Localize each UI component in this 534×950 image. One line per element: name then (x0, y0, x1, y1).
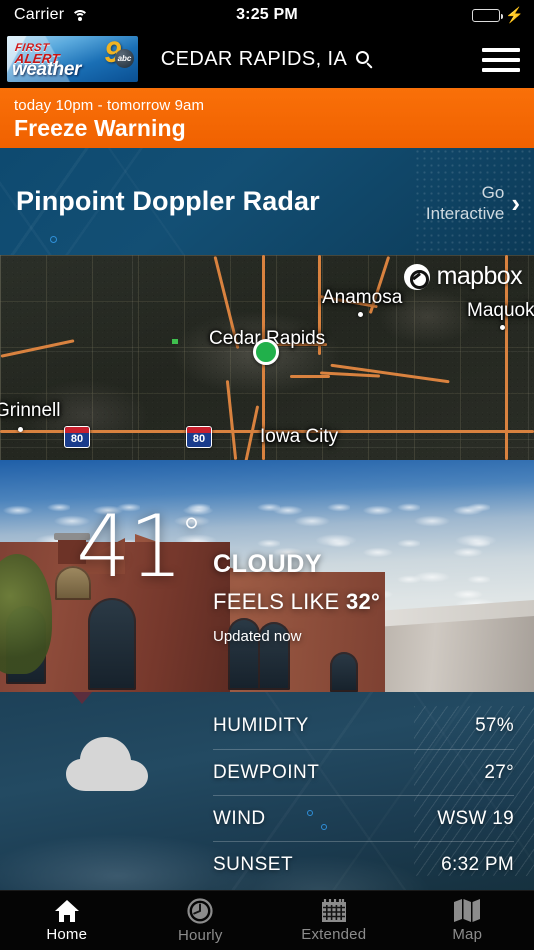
chevron-right-icon: › (511, 188, 520, 218)
weather-details-panel: HUMIDITY 57% DEWPOINT 27° WIND WSW 19 SU… (0, 692, 534, 890)
map-city-label: Iowa City (260, 426, 339, 447)
radar-map[interactable]: Anamosa Maquoketa Cedar Rapids Grinnell … (0, 255, 534, 460)
calendar-icon (321, 899, 346, 922)
tab-home[interactable]: Home (0, 899, 134, 943)
highway-shield-i80: 80 (64, 426, 90, 448)
feels-like-value: 32° (345, 589, 381, 614)
current-conditions-panel[interactable]: 41° CLOUDY FEELS LIKE 32° Updated now (0, 460, 534, 692)
map-road (290, 375, 330, 378)
weather-alert-banner[interactable]: today 10pm - tomorrow 9am Freeze Warning (0, 88, 534, 148)
location-label: CEDAR RAPIDS, IA (160, 47, 348, 70)
tab-home-label: Home (46, 925, 88, 943)
radar-section-header[interactable]: Pinpoint Doppler Radar Go Interactive › (0, 148, 534, 255)
go-interactive-line1: Go (481, 183, 505, 202)
hamburger-menu-icon[interactable] (482, 48, 520, 72)
tab-map-label: Map (452, 926, 483, 943)
detail-value: 27° (484, 761, 514, 783)
map-city-label: Grinnell (0, 400, 61, 421)
detail-row-wind: WIND WSW 19 (213, 795, 514, 841)
map-city-dot (500, 325, 505, 330)
building-window (330, 652, 358, 692)
highway-shield-label: 80 (192, 433, 206, 445)
detail-row-humidity: HUMIDITY 57% (213, 703, 514, 749)
mapbox-attribution[interactable]: mapbox (403, 262, 523, 291)
map-green-cell (172, 339, 178, 344)
home-icon (54, 899, 79, 922)
app-header: FIRST ALERT 9 abc weather CEDAR RAPIDS, … (0, 30, 534, 88)
current-condition-label: CLOUDY (213, 550, 323, 578)
tab-extended-label: Extended (301, 926, 367, 943)
map-city-label: Anamosa (322, 287, 403, 308)
go-interactive-button[interactable]: Go Interactive › (426, 182, 520, 224)
mapbox-logo-icon (403, 263, 430, 290)
detail-value: 6:32 PM (441, 853, 514, 875)
mapbox-wordmark: mapbox (436, 262, 523, 290)
detail-row-sunset: SUNSET 6:32 PM (213, 841, 514, 887)
go-interactive-line2: Interactive (425, 204, 505, 223)
last-updated-label: Updated now (213, 628, 302, 645)
detail-label: DEWPOINT (213, 761, 320, 783)
highway-shield-label: 80 (70, 433, 84, 445)
search-icon[interactable] (356, 50, 373, 69)
alert-title: Freeze Warning (14, 115, 186, 141)
map-fold-icon (454, 899, 481, 922)
degree-symbol: ° (181, 510, 201, 557)
location-search-button[interactable]: CEDAR RAPIDS, IA (0, 30, 534, 88)
map-city-dot (358, 312, 363, 317)
detail-value: 57% (475, 715, 514, 736)
building-roof-overhang (60, 692, 104, 704)
go-interactive-label: Go Interactive (426, 182, 504, 224)
detail-label: WIND (213, 807, 266, 829)
map-city-dot (18, 427, 23, 432)
alert-timeframe: today 10pm - tomorrow 9am (14, 97, 205, 114)
tab-map[interactable]: Map (401, 898, 534, 943)
detail-value: WSW 19 (437, 807, 514, 829)
detail-label: SUNSET (213, 853, 294, 875)
background-building-right (375, 614, 534, 692)
tab-hourly-label: Hourly (177, 926, 223, 944)
battery-full-icon (472, 8, 504, 22)
location-marker-icon (253, 339, 279, 365)
status-bar: Carrier 3:25 PM ⚡ (0, 0, 534, 30)
radar-accent-dot (50, 236, 57, 243)
status-bar-right: ⚡ (472, 0, 524, 30)
feels-like-label: FEELS LIKE (213, 589, 340, 614)
detail-label: HUMIDITY (213, 715, 309, 736)
building-window (88, 598, 136, 690)
lightning-bolt-icon: ⚡ (505, 6, 524, 24)
current-temperature-value: 41 (76, 497, 183, 597)
cloud-icon (66, 737, 148, 791)
feels-like-row: FEELS LIKE 32° (213, 589, 380, 615)
details-list: HUMIDITY 57% DEWPOINT 27° WIND WSW 19 SU… (213, 692, 514, 890)
map-city-label: Maquoketa (467, 300, 534, 321)
highway-shield-i80: 80 (186, 426, 212, 448)
bottom-tab-bar: Home Hourly Extended Map (0, 890, 534, 950)
tab-hourly[interactable]: Hourly (134, 897, 268, 944)
weather-app: Carrier 3:25 PM ⚡ FIRST ALERT 9 abc weat… (0, 0, 534, 950)
detail-row-dewpoint: DEWPOINT 27° (213, 749, 514, 795)
clock-icon (187, 897, 213, 924)
current-temperature: 41° (76, 504, 201, 590)
radar-title: Pinpoint Doppler Radar (16, 186, 320, 216)
clock-time: 3:25 PM (236, 6, 298, 23)
tab-extended[interactable]: Extended (267, 898, 401, 943)
